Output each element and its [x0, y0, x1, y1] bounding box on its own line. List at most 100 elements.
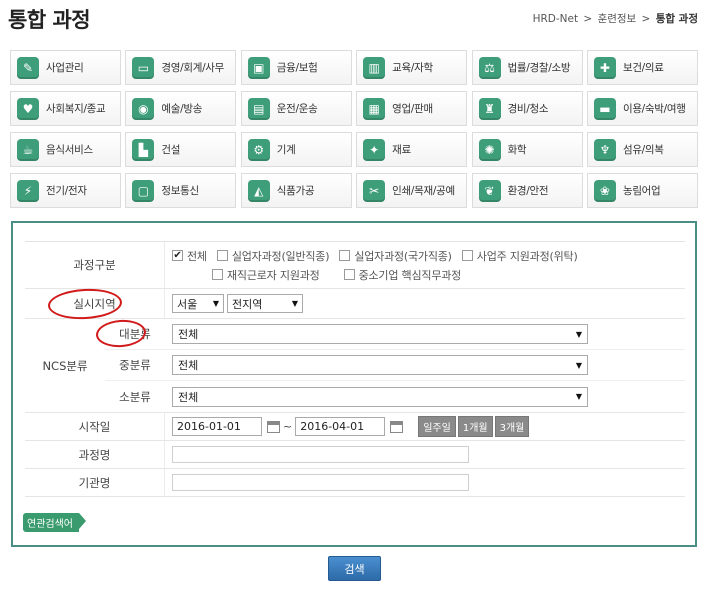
page-title: 통합 과정	[8, 8, 91, 32]
course-type-sme-core-checkbox[interactable]: 중소기업 핵심직무과정	[343, 267, 461, 283]
atom-icon: ✺	[478, 138, 501, 161]
bed-icon: ▬	[593, 97, 616, 120]
gavel-icon: ⚖	[478, 56, 501, 79]
category-tile[interactable]: ⚙ 기계	[240, 132, 352, 167]
breadcrumb-separator: >	[641, 13, 651, 25]
cup-icon: ☕	[17, 138, 39, 161]
period-one-week-button[interactable]: 일주일	[418, 416, 456, 437]
course-type-unemployed-general-checkbox[interactable]: 실업자과정(일반직종)	[216, 248, 330, 264]
category-tile[interactable]: ▢ 정보통신	[125, 173, 237, 208]
category-tile[interactable]: ▤ 운전/운송	[240, 91, 352, 126]
category-tile[interactable]: ▭ 경영/회계/사무	[125, 50, 237, 85]
category-tile[interactable]: ▬ 이용/숙박/여행	[586, 91, 698, 126]
wand-icon: ✦	[363, 138, 386, 161]
related-search-button[interactable]: 연관검색어	[23, 513, 86, 532]
syringe-icon: ✚	[593, 56, 616, 79]
category-tile[interactable]: ♆ 섬유/의복	[586, 132, 698, 167]
category-tile[interactable]: ▣ 금융/보험	[240, 50, 352, 85]
district-select[interactable]: 전지역 ▼	[227, 294, 303, 313]
course-type-employee-checkbox[interactable]: 재직근로자 지원과정	[212, 267, 320, 283]
category-label: 정보통신	[161, 185, 199, 197]
ncs-major-label: 대분류	[119, 327, 151, 341]
region-row: 실시지역 서울 ▼ 전지역 ▼	[25, 289, 685, 319]
category-tile[interactable]: ✦ 재료	[356, 132, 468, 167]
search-form: 과정구분 ✔ 전체 실업자과정(일반직종) 실업자과정(국가직종) 사업주 지원과…	[25, 241, 685, 497]
category-tile[interactable]: ✂ 인쇄/목재/공예	[356, 173, 468, 208]
dropdown-arrow-icon: ▼	[212, 299, 219, 308]
ncs-middle-select[interactable]: 전체 ▼	[172, 355, 588, 375]
category-tile[interactable]: ❦ 환경/안전	[471, 173, 583, 208]
calendar-icon[interactable]	[390, 420, 404, 433]
category-label: 예술/방송	[161, 103, 203, 115]
category-label: 건설	[161, 144, 181, 156]
lightbulb-icon: ✎	[17, 56, 39, 79]
calendar-icon[interactable]	[267, 420, 280, 433]
province-select[interactable]: 서울 ▼	[172, 294, 224, 313]
category-grid: ✎ 사업관리 ▭ 경영/회계/사무 ▣ 금융/보험 ▥ 교육/자학 ⚖ 법률/경찰/소방 ✚ 보건/의…	[10, 50, 698, 208]
search-panel: 과정구분 ✔ 전체 실업자과정(일반직종) 실업자과정(국가직종) 사업주 지원과…	[11, 221, 697, 547]
category-label: 운전/운송	[276, 103, 318, 115]
category-label: 환경/안전	[507, 185, 549, 197]
period-one-month-button[interactable]: 1개월	[457, 416, 493, 437]
search-button[interactable]: 검색	[328, 556, 381, 581]
category-label: 영업/판매	[392, 103, 433, 115]
checkmark-icon: ✔	[172, 249, 183, 261]
category-tile[interactable]: ⚡ 전기/전자	[10, 173, 121, 208]
breadcrumb-separator: >	[583, 13, 593, 25]
category-label: 법률/경찰/소방	[507, 62, 571, 74]
breadcrumb-training-info-link[interactable]: 훈련정보	[598, 13, 637, 25]
period-three-months-button[interactable]: 3개월	[494, 416, 530, 437]
breadcrumb-home-link[interactable]: HRD-Net	[533, 13, 579, 25]
category-label: 금융/보험	[276, 62, 318, 74]
dropdown-arrow-icon: ▼	[575, 329, 582, 339]
start-date-label: 시작일	[25, 413, 165, 440]
course-type-all-checkbox[interactable]: ✔ 전체	[172, 248, 207, 264]
course-type-unemployed-national-checkbox[interactable]: 실업자과정(국가직종)	[339, 248, 452, 264]
category-label: 농림어업	[622, 185, 661, 197]
course-name-row: 과정명	[25, 441, 685, 469]
category-tile[interactable]: ❀ 농림어업	[586, 173, 698, 208]
category-tile[interactable]: ◉ 예술/방송	[125, 91, 237, 126]
category-label: 인쇄/목재/공예	[392, 185, 455, 197]
ncs-minor-select[interactable]: 전체 ▼	[172, 386, 588, 407]
lightning-icon: ⚡	[17, 179, 39, 202]
shopping-bag-icon: ▦	[363, 97, 386, 120]
category-tile[interactable]: ▙ 건설	[125, 132, 237, 167]
mixer-icon: ◭	[247, 179, 270, 202]
category-tile[interactable]: ▥ 교육/자학	[356, 50, 468, 85]
category-tile[interactable]: ✺ 화학	[471, 132, 583, 167]
hanger-icon: ♆	[593, 138, 616, 161]
start-date-to-input[interactable]: 2016-04-01	[295, 417, 386, 436]
course-type-employer-supported-checkbox[interactable]: 사업주 지원과정(위탁)	[461, 248, 578, 264]
course-name-input[interactable]	[172, 446, 469, 463]
ncs-label: NCS분류	[42, 358, 88, 373]
ncs-minor-label: 소분류	[119, 389, 151, 404]
dropdown-arrow-icon: ▼	[575, 392, 582, 401]
category-tile[interactable]: ◭ 식품가공	[240, 173, 352, 208]
category-tile[interactable]: ✚ 보건/의료	[586, 50, 698, 85]
category-tile[interactable]: ♜ 경비/청소	[471, 91, 583, 126]
tools-icon: ✂	[363, 179, 386, 202]
category-label: 경영/회계/사무	[161, 62, 225, 74]
start-date-from-input[interactable]: 2016-01-01	[172, 417, 262, 436]
category-label: 사업관리	[46, 62, 84, 74]
institution-input[interactable]	[172, 474, 469, 491]
date-range-separator: ~	[283, 420, 293, 433]
camera-icon: ◉	[132, 97, 155, 120]
category-tile[interactable]: ☕ 음식서비스	[10, 132, 121, 167]
category-tile[interactable]: ▦ 영업/판매	[356, 91, 468, 126]
course-name-label: 과정명	[25, 441, 165, 468]
category-tile[interactable]: ✎ 사업관리	[10, 50, 121, 85]
briefcase-icon: ▣	[247, 56, 270, 79]
gears-icon: ⚙	[247, 138, 270, 161]
category-label: 경비/청소	[507, 103, 549, 115]
region-label: 실시지역	[25, 289, 165, 318]
harvest-icon: ❀	[593, 179, 616, 202]
category-tile[interactable]: ⚖ 법률/경찰/소방	[471, 50, 583, 85]
category-tile[interactable]: ♥ 사회복지/종교	[10, 91, 121, 126]
institution-label: 기관명	[25, 469, 165, 496]
mop-icon: ♜	[478, 97, 501, 120]
ncs-major-select[interactable]: 전체 ▼	[172, 324, 588, 344]
category-label: 화학	[507, 144, 527, 156]
bus-icon: ▤	[247, 97, 270, 120]
